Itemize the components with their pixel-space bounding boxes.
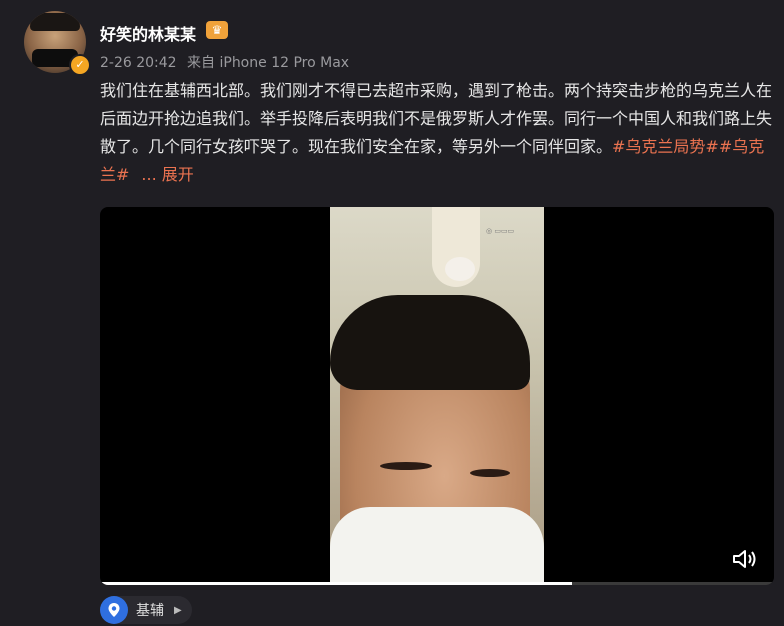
verified-badge-icon: ✓ (69, 54, 91, 76)
avatar-hair (30, 13, 80, 31)
post-source: 来自 iPhone 12 Pro Max (187, 55, 350, 71)
volume-icon[interactable] (732, 549, 758, 569)
hashtag-link[interactable]: #乌克兰局势# (612, 137, 719, 156)
crown-icon: ♛ (206, 21, 228, 39)
expand-link[interactable]: 展开 (162, 165, 194, 184)
lamp-bulb (445, 257, 475, 281)
person-hair (330, 295, 530, 390)
post-meta: 2-26 20:42 来自 iPhone 12 Pro Max (100, 52, 355, 72)
person-face-mask (330, 507, 544, 583)
person-eye (470, 469, 510, 477)
location-tag[interactable]: 基辅 ▶ (100, 596, 192, 624)
video-player[interactable]: ◎ ▭▭▭ (100, 207, 774, 585)
post-content: 我们住在基辅西北部。我们刚才不得已去超市采购，遇到了枪击。两个持突击步枪的乌克兰… (100, 77, 772, 189)
location-label: 基辅 (136, 603, 164, 619)
post-time[interactable]: 2-26 20:42 (100, 55, 177, 71)
person-eye (380, 462, 432, 470)
video-progress-bar[interactable] (100, 582, 774, 585)
username[interactable]: 好笑的林某某 (100, 21, 196, 45)
chevron-right-icon: ▶ (174, 604, 182, 616)
video-watermark-icon: ◎ ▭▭▭ (486, 227, 515, 235)
location-pin-icon (100, 596, 128, 624)
video-progress-fill (100, 582, 572, 585)
ellipsis: ... (141, 165, 157, 184)
video-frame: ◎ ▭▭▭ (330, 207, 544, 583)
